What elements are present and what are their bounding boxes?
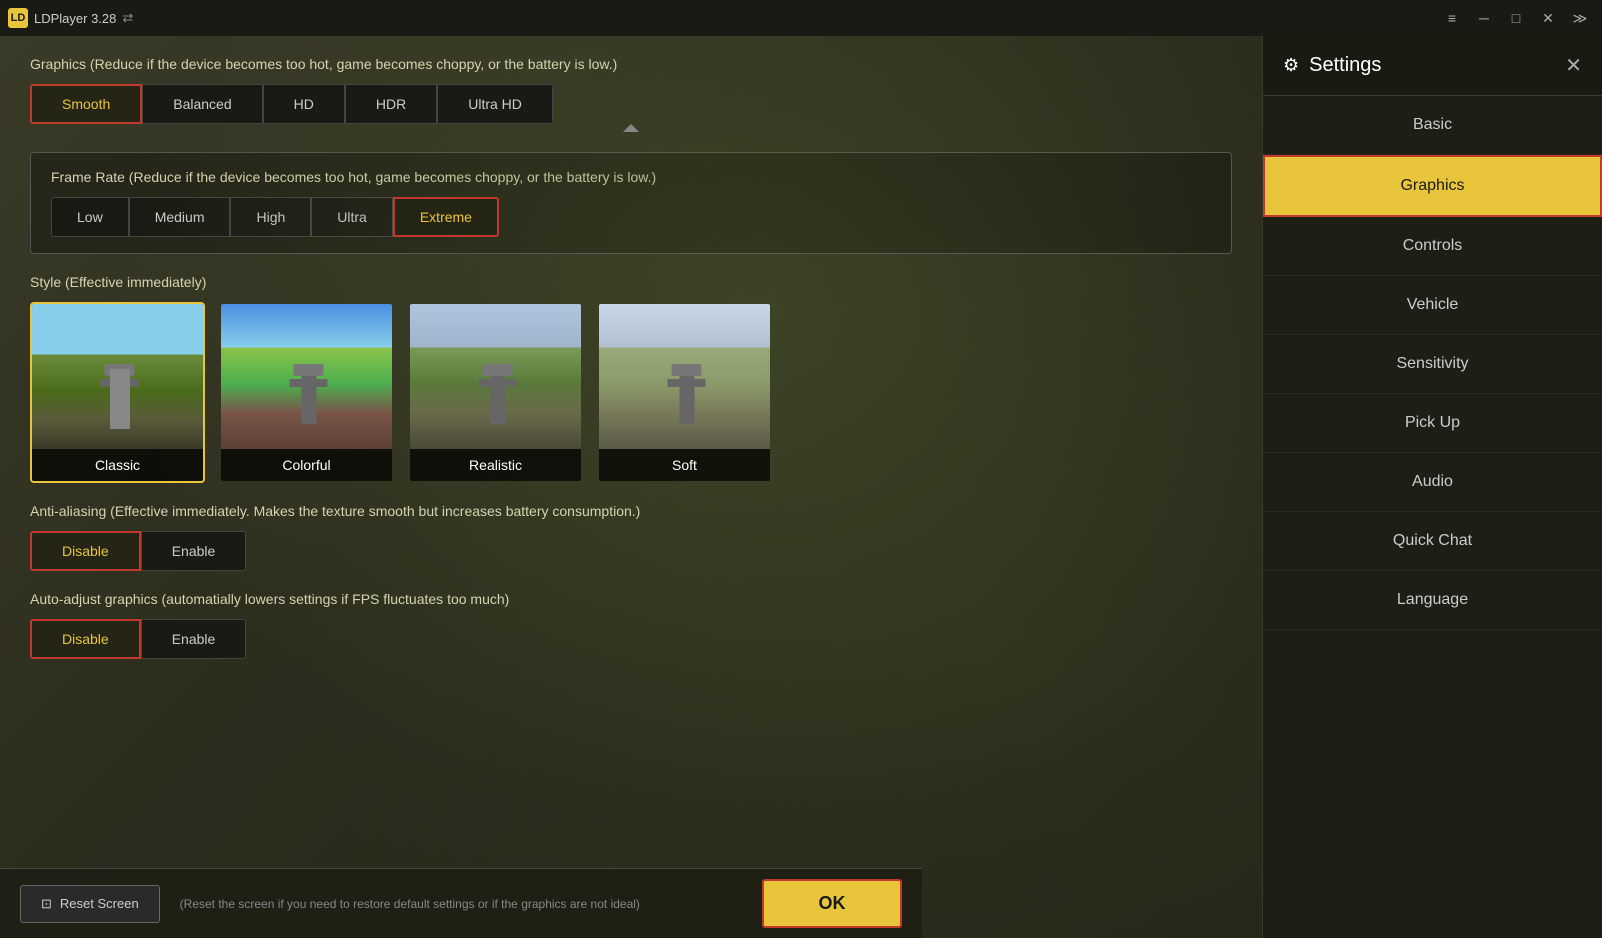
antialiasing-disable-button[interactable]: Disable [30, 531, 141, 571]
gear-icon: ⚙ [1283, 55, 1299, 76]
settings-close-button[interactable]: ✕ [1565, 53, 1582, 78]
antialiasing-label: Anti-aliasing (Effective immediately. Ma… [30, 503, 1232, 519]
style-colorful-card[interactable]: Colorful [219, 302, 394, 483]
app-name: LDPlayer 3.28 [34, 11, 116, 26]
framerate-medium-button[interactable]: Medium [129, 197, 231, 237]
style-realistic-label: Realistic [410, 449, 581, 481]
graphics-quality-buttons: Smooth Balanced HD HDR Ultra HD [30, 84, 1232, 124]
more-button[interactable]: ≫ [1566, 7, 1594, 29]
antialiasing-enable-button[interactable]: Enable [141, 531, 247, 571]
reset-screen-button[interactable]: ⊡ Reset Screen [20, 885, 160, 923]
reset-icon: ⊡ [41, 896, 52, 912]
window-controls: ≡ ─ □ ✕ ≫ [1438, 7, 1594, 29]
settings-label: Settings [1309, 54, 1381, 77]
tower-icon-colorful [301, 374, 316, 424]
quality-smooth-button[interactable]: Smooth [30, 84, 142, 124]
tower-icon-realistic [490, 374, 505, 424]
frame-rate-section: Frame Rate (Reduce if the device becomes… [30, 152, 1232, 254]
ok-button[interactable]: OK [762, 879, 902, 928]
autoadjust-label: Auto-adjust graphics (automatially lower… [30, 591, 1232, 607]
sidebar-item-sensitivity[interactable]: Sensitivity [1263, 335, 1602, 394]
frame-rate-buttons: Low Medium High Ultra Extreme [51, 197, 1211, 237]
quality-ultrahd-button[interactable]: Ultra HD [437, 84, 553, 124]
title-bar: LD LDPlayer 3.28 ⇄ ≡ ─ □ ✕ ≫ [0, 0, 1602, 36]
autoadjust-enable-button[interactable]: Enable [141, 619, 247, 659]
framerate-extreme-button[interactable]: Extreme [393, 197, 499, 237]
style-classic-card[interactable]: Classic [30, 302, 205, 483]
frame-rate-label: Frame Rate (Reduce if the device becomes… [51, 169, 1211, 185]
menu-button[interactable]: ≡ [1438, 7, 1466, 29]
reset-hint: (Reset the screen if you need to restore… [180, 897, 640, 911]
tower-icon-soft [679, 374, 694, 424]
reset-label: Reset Screen [60, 896, 139, 911]
style-colorful-label: Colorful [221, 449, 392, 481]
bottom-bar: ⊡ Reset Screen (Reset the screen if you … [0, 868, 922, 938]
autoadjust-disable-button[interactable]: Disable [30, 619, 141, 659]
style-soft-image [599, 304, 772, 449]
graphics-quality-label: Graphics (Reduce if the device becomes t… [30, 56, 1232, 72]
style-realistic-image [410, 304, 583, 449]
app-icon: LD [8, 8, 28, 28]
autoadjust-section: Auto-adjust graphics (automatially lower… [30, 591, 1232, 659]
antialiasing-section: Anti-aliasing (Effective immediately. Ma… [30, 503, 1232, 571]
maximize-button[interactable]: □ [1502, 7, 1530, 29]
quality-hdr-button[interactable]: HDR [345, 84, 437, 124]
style-soft-card[interactable]: Soft [597, 302, 772, 483]
style-colorful-image [221, 304, 394, 449]
content-panel: Graphics (Reduce if the device becomes t… [0, 36, 1262, 938]
antialiasing-toggle-row: Disable Enable [30, 531, 1232, 571]
autoadjust-toggle-row: Disable Enable [30, 619, 1232, 659]
minimize-button[interactable]: ─ [1470, 7, 1498, 29]
sidebar-nav: Basic Graphics Controls Vehicle Sensitiv… [1263, 96, 1602, 938]
sidebar-item-quickchat[interactable]: Quick Chat [1263, 512, 1602, 571]
arrow-indicator [623, 124, 639, 132]
framerate-ultra-button[interactable]: Ultra [311, 197, 393, 237]
sidebar: ⚙ Settings ✕ Basic Graphics Controls Veh… [1262, 36, 1602, 938]
sidebar-item-pickup[interactable]: Pick Up [1263, 394, 1602, 453]
close-button[interactable]: ✕ [1534, 7, 1562, 29]
main-area: Graphics (Reduce if the device becomes t… [0, 36, 1602, 938]
style-section: Style (Effective immediately) Classic Co… [30, 274, 1232, 483]
sidebar-item-language[interactable]: Language [1263, 571, 1602, 630]
settings-header: ⚙ Settings ✕ [1263, 36, 1602, 96]
sidebar-item-controls[interactable]: Controls [1263, 217, 1602, 276]
tower-icon-classic [112, 374, 127, 424]
style-soft-label: Soft [599, 449, 770, 481]
style-classic-label: Classic [32, 449, 203, 481]
style-realistic-card[interactable]: Realistic [408, 302, 583, 483]
link-icon: ⇄ [122, 10, 133, 26]
settings-title: ⚙ Settings [1283, 54, 1381, 77]
style-classic-image [32, 304, 205, 449]
sidebar-item-basic[interactable]: Basic [1263, 96, 1602, 155]
sidebar-item-vehicle[interactable]: Vehicle [1263, 276, 1602, 335]
sidebar-item-audio[interactable]: Audio [1263, 453, 1602, 512]
graphics-quality-section: Graphics (Reduce if the device becomes t… [30, 56, 1232, 132]
sidebar-item-graphics[interactable]: Graphics [1263, 155, 1602, 217]
title-bar-left: LD LDPlayer 3.28 ⇄ [8, 8, 133, 28]
quality-balanced-button[interactable]: Balanced [142, 84, 262, 124]
framerate-low-button[interactable]: Low [51, 197, 129, 237]
framerate-high-button[interactable]: High [230, 197, 311, 237]
style-cards-container: Classic Colorful Realistic [30, 302, 1232, 483]
quality-hd-button[interactable]: HD [263, 84, 345, 124]
style-label: Style (Effective immediately) [30, 274, 1232, 290]
